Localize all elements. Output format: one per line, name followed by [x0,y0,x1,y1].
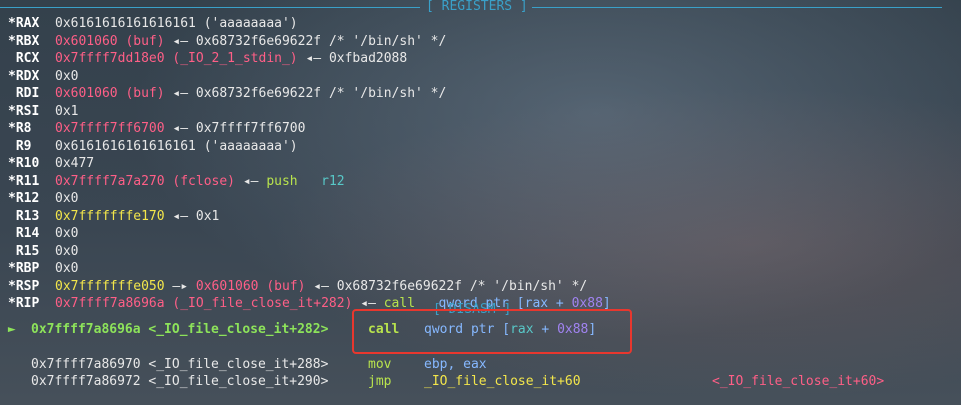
register-value: 0x7ffff7a8696a (_IO_file_close_it+282) [55,296,353,311]
register-value: ◂— 0x7ffff7ff6700 [164,121,306,136]
disasm-operand: ] [588,322,597,337]
register-value: 0x477 [55,156,95,171]
register-row: *R11 0x7ffff7a7a270 (fclose) ◂— push r12 [0,173,345,190]
register-name: *RBP [8,261,40,276]
register-name: *RBX [8,33,40,49]
register-value: ◂— [235,173,267,189]
register-value: 0x0 [55,68,79,84]
register-row: *RDX 0x0 [0,68,78,85]
disasm-operand: rax [510,322,534,337]
register-row: *RBX 0x601060 (buf) ◂— 0x68732f6e69622f /… [0,33,446,50]
disasm-opcode: call [368,322,400,337]
register-row: *RSP 0x7fffffffe050 —▸ 0x601060 (buf) ◂— … [0,278,587,295]
register-name: RDI [8,86,40,101]
disasm-branch-target: <_IO_file_close_it+60> [712,374,885,389]
register-name: R15 [8,243,40,259]
register-name: R9 [8,138,32,154]
register-name: R14 [8,226,40,241]
register-value: r12 [321,173,345,189]
register-row: *RSI 0x1 [0,103,78,120]
registers-header: [ REGISTERS ] [426,0,528,14]
disasm-row: 0x7ffff7a86972 <_IO_file_close_it+290> jm… [0,373,884,390]
register-row: R14 0x0 [0,225,79,242]
register-name: RCX [8,51,40,66]
register-value: 0x601060 (buf) [55,33,165,49]
disasm-operand: + [533,322,558,337]
register-name: *RSI [8,103,40,119]
register-value: 0x7fffffffe050 [55,278,165,294]
register-row: R9 0x6161616161616161 ('aaaaaaaa') [0,138,298,155]
register-value: 0x601060 (buf) [55,86,165,101]
register-row: *R12 0x0 [0,190,78,207]
register-row: R15 0x0 [0,243,79,260]
register-row: *RBP 0x0 [0,260,78,277]
disasm-row: ► 0x7ffff7a8696a <_IO_file_close_it+282>… [0,321,712,338]
registers-header-rule-left [0,7,420,8]
register-value: push [266,173,298,189]
register-name: *RIP [8,296,40,311]
register-row: RDI 0x601060 (buf) ◂— 0x68732f6e69622f /*… [0,85,447,102]
register-name: *RDX [8,68,40,84]
terminal-window[interactable]: [ REGISTERS ] *RAX 0x6161616161616161 ('a… [0,0,961,405]
register-name: *RSP [8,278,40,294]
register-value: 0x7fffffffe170 [55,208,165,224]
disasm-operands: ebp, eax [424,356,712,373]
register-name: R13 [8,208,40,224]
register-value: 0x0 [55,243,79,259]
register-value: 0x1 [55,103,79,119]
register-name: *R8 [8,121,32,136]
register-value: 0x0 [55,226,79,241]
disasm-address: 0x7ffff7a86970 <_IO_file_close_it+288> [31,357,329,372]
register-value: 0x601060 (buf) [195,278,306,294]
register-name: *R12 [8,191,40,206]
current-instruction-marker: ► [0,322,24,337]
disasm-address: 0x7ffff7a86972 <_IO_file_close_it+290> [31,374,329,389]
register-value: ◂— 0x68732f6e69622f /* '/bin/sh' */ [305,278,588,294]
register-value: 0x7ffff7a7a270 (fclose) [55,173,236,189]
register-value: ◂— 0x68732f6e69622f /* '/bin/sh' */ [164,86,447,101]
registers-header-rule-right [532,7,942,8]
register-value: ◂— 0x68732f6e69622f /* '/bin/sh' */ [164,33,447,49]
register-row: *RAX 0x6161616161616161 ('aaaaaaaa') [0,15,298,32]
register-row: R13 0x7fffffffe170 ◂— 0x1 [0,208,220,225]
register-value: 0x0 [55,261,79,276]
register-value: 0x6161616161616161 ('aaaaaaaa') [55,138,298,154]
register-value: —▸ [164,278,196,294]
disasm-opcode: mov [368,357,392,372]
register-value: ◂— 0xfbad2088 [297,51,408,66]
disasm-opcode: jmp [368,374,392,389]
disasm-operand: qword ptr [ [424,322,511,337]
disasm-operands: _IO_file_close_it+60 [424,373,712,390]
register-name: *RAX [8,16,40,31]
register-row: *R10 0x477 [0,155,94,172]
disasm-operands: qword ptr [rax + 0x88] [424,321,712,338]
register-name: *R10 [8,156,40,171]
register-value: ◂— 0x1 [164,208,220,224]
disasm-row: 0x7ffff7a86970 <_IO_file_close_it+288> mo… [0,356,712,373]
register-name: *R11 [8,173,40,189]
disasm-operand: _IO_file_close_it+60 [424,374,581,389]
register-row: RCX 0x7ffff7dd18e0 (_IO_2_1_stdin_) ◂— 0x… [0,50,407,67]
register-row: *R8 0x7ffff7ff6700 ◂— 0x7ffff7ff6700 [0,120,305,137]
register-value: 0x7ffff7dd18e0 (_IO_2_1_stdin_) [55,51,298,66]
disasm-address: 0x7ffff7a8696a <_IO_file_close_it+282> [31,322,329,337]
register-value: 0x0 [55,191,79,206]
disasm-operand: 0x88 [557,322,589,337]
register-value [298,174,321,189]
register-value: 0x7ffff7ff6700 [55,121,165,136]
register-value: 0x6161616161616161 ('aaaaaaaa') [55,16,298,31]
disasm-operand: ebp, eax [424,357,487,372]
